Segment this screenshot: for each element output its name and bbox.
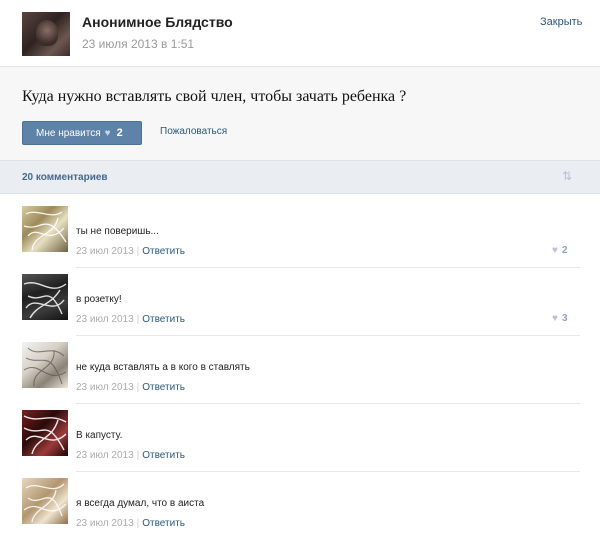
commenter-avatar[interactable] xyxy=(22,478,68,524)
close-link[interactable]: Закрыть xyxy=(540,16,582,28)
meta-separator: | xyxy=(136,518,140,529)
commenter-avatar[interactable] xyxy=(22,342,68,388)
comment-text: В капусту. xyxy=(76,430,123,441)
post-body: Куда нужно вставлять свой член, чтобы за… xyxy=(0,66,600,160)
comment-date[interactable]: 23 июл 2013 xyxy=(76,314,134,325)
comment-divider xyxy=(76,267,580,268)
comment-divider xyxy=(76,403,580,404)
like-label: Мне нравится xyxy=(36,127,101,139)
commenter-avatar[interactable] xyxy=(22,410,68,456)
report-link[interactable]: Пожаловаться xyxy=(160,126,227,137)
comment-divider xyxy=(76,471,580,472)
heart-icon: ♥ xyxy=(104,127,111,139)
comment-like-count: 2 xyxy=(561,245,568,256)
post-date[interactable]: 23 июля 2013 в 1:51 xyxy=(82,37,194,51)
comments-header: 20 комментариев ⇅ xyxy=(0,160,600,194)
comment-text: в розетку! xyxy=(76,294,122,305)
like-count: 2 xyxy=(116,127,123,139)
scribble-overlay-icon xyxy=(23,483,67,523)
heart-icon: ♥ xyxy=(552,313,558,324)
comment-like-button[interactable]: ♥ 3 xyxy=(552,313,568,324)
meta-separator: | xyxy=(136,246,140,257)
scribble-overlay-icon xyxy=(23,415,67,455)
post-author[interactable]: Анонимное Блядство xyxy=(82,14,233,30)
comment-text: я всегда думал, что в аиста xyxy=(76,498,205,509)
scribble-overlay-icon xyxy=(23,211,67,251)
post-header: Анонимное Блядство 23 июля 2013 в 1:51 З… xyxy=(0,0,600,66)
group-avatar[interactable] xyxy=(22,12,70,56)
comment-date[interactable]: 23 июл 2013 xyxy=(76,382,134,393)
comment-divider xyxy=(76,335,580,336)
comment-item: в розетку! 23 июл 2013 | Ответить ♥ 3 xyxy=(22,274,580,342)
comment-text: не куда вставлять а в кого в ставлять xyxy=(76,362,250,373)
reply-link[interactable]: Ответить xyxy=(142,246,185,257)
comment-item: не куда вставлять а в кого в ставлять 23… xyxy=(22,342,580,410)
commenter-avatar[interactable] xyxy=(22,274,68,320)
scribble-overlay-icon xyxy=(23,282,67,319)
scribble-overlay-icon xyxy=(23,347,67,387)
comments-count[interactable]: 20 комментариев xyxy=(22,172,108,183)
comment-like-button[interactable]: ♥ 2 xyxy=(552,245,568,256)
sort-arrows-icon[interactable]: ⇅ xyxy=(562,169,572,183)
reply-link[interactable]: Ответить xyxy=(142,314,185,325)
comment-meta: 23 июл 2013 | Ответить xyxy=(76,518,185,529)
comment-item: ты не поверишь... 23 июл 2013 | Ответить ♥… xyxy=(22,206,580,274)
comment-meta: 23 июл 2013 | Ответить xyxy=(76,450,185,461)
comment-item: В капусту. 23 июл 2013 | Ответить xyxy=(22,410,580,478)
comment-date[interactable]: 23 июл 2013 xyxy=(76,246,134,257)
reply-link[interactable]: Ответить xyxy=(142,382,185,393)
comment-like-count: 3 xyxy=(561,313,568,324)
comment-date[interactable]: 23 июл 2013 xyxy=(76,518,134,529)
meta-separator: | xyxy=(136,450,140,461)
meta-separator: | xyxy=(136,314,140,325)
comment-meta: 23 июл 2013 | Ответить xyxy=(76,382,185,393)
like-button[interactable]: Мне нравится ♥ 2 xyxy=(22,121,142,145)
comment-text: ты не поверишь... xyxy=(76,226,159,237)
reply-link[interactable]: Ответить xyxy=(142,450,185,461)
reply-link[interactable]: Ответить xyxy=(142,518,185,529)
comment-date[interactable]: 23 июл 2013 xyxy=(76,450,134,461)
comment-meta: 23 июл 2013 | Ответить xyxy=(76,314,185,325)
heart-icon: ♥ xyxy=(552,245,558,256)
post-text: Куда нужно вставлять свой член, чтобы за… xyxy=(22,88,407,105)
commenter-avatar[interactable] xyxy=(22,206,68,252)
comment-item: я всегда думал, что в аиста 23 июл 2013 |… xyxy=(22,478,580,533)
meta-separator: | xyxy=(136,382,140,393)
comment-meta: 23 июл 2013 | Ответить xyxy=(76,246,185,257)
